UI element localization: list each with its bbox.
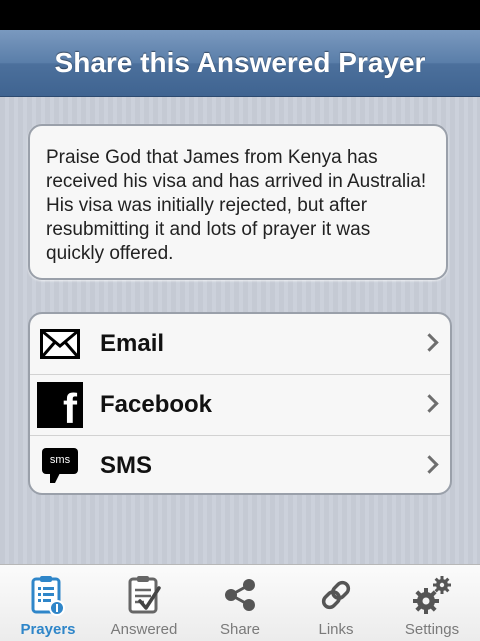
share-row-sms[interactable]: sms SMS bbox=[30, 436, 450, 493]
sms-icon: sms bbox=[36, 442, 84, 490]
share-row-label: SMS bbox=[100, 452, 153, 479]
prayer-list-icon bbox=[26, 573, 70, 617]
share-icon bbox=[218, 573, 262, 617]
tab-prayers[interactable]: Prayers bbox=[0, 565, 96, 641]
share-row-label: Facebook bbox=[100, 391, 213, 418]
tab-answered[interactable]: Answered bbox=[96, 565, 192, 641]
status-bar bbox=[0, 0, 480, 30]
prayer-card: Praise God that James from Kenya has rec… bbox=[28, 124, 448, 280]
tab-label: Links bbox=[318, 621, 354, 638]
tab-label: Answered bbox=[110, 621, 178, 638]
tab-label: Prayers bbox=[20, 621, 76, 638]
share-row-email[interactable]: Email bbox=[30, 314, 450, 375]
tab-label: Share bbox=[219, 621, 261, 638]
tab-label: Settings bbox=[404, 621, 460, 638]
chevron-right-icon bbox=[420, 394, 439, 413]
tab-links[interactable]: Links bbox=[288, 565, 384, 641]
tab-settings[interactable]: Settings bbox=[384, 565, 480, 641]
envelope-icon bbox=[36, 320, 84, 368]
sms-icon-text: sms bbox=[42, 448, 78, 483]
link-icon bbox=[314, 573, 358, 617]
share-row-facebook[interactable]: f Facebook bbox=[30, 375, 450, 436]
page-title: Share this Answered Prayer bbox=[54, 47, 426, 78]
tab-bar: Prayers Answered Share Links Settings bbox=[0, 564, 480, 641]
prayer-text: Praise God that James from Kenya has rec… bbox=[46, 147, 427, 264]
gears-icon bbox=[410, 573, 454, 617]
share-row-label: Email bbox=[100, 330, 165, 357]
facebook-icon: f bbox=[36, 381, 84, 429]
content-area: Praise God that James from Kenya has rec… bbox=[0, 97, 480, 564]
chevron-right-icon bbox=[420, 333, 439, 352]
clipboard-check-icon bbox=[122, 573, 166, 617]
chevron-right-icon bbox=[420, 455, 439, 474]
navigation-bar: Share this Answered Prayer bbox=[0, 30, 480, 97]
share-options-list: Email f Facebook sms SMS bbox=[28, 312, 452, 495]
tab-share[interactable]: Share bbox=[192, 565, 288, 641]
